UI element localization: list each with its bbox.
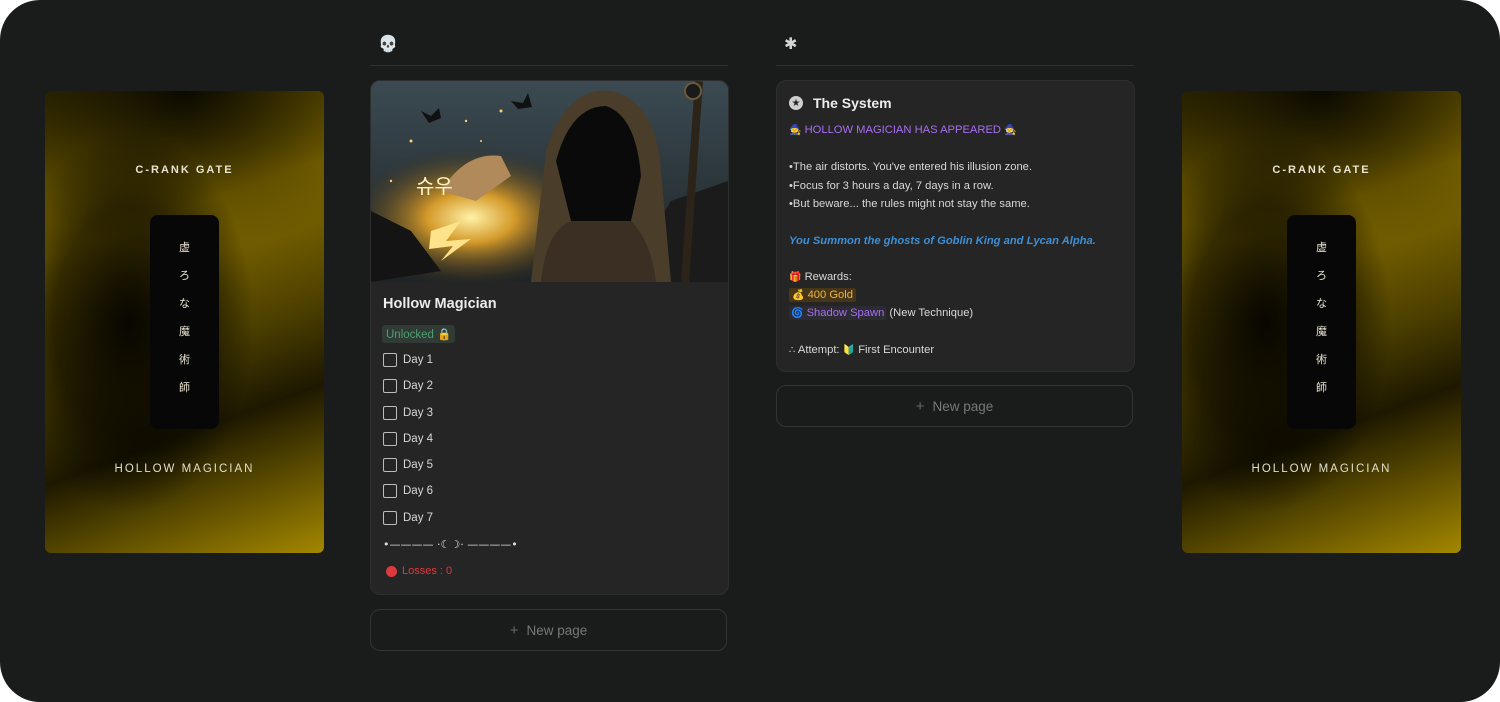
column-header-skull[interactable]: 💀 bbox=[370, 28, 728, 66]
checkbox-day-1[interactable]: Day 1 bbox=[383, 353, 433, 367]
checkbox-icon[interactable] bbox=[383, 406, 397, 420]
day-label: Day 3 bbox=[403, 407, 434, 419]
gate-char: 虚 bbox=[179, 241, 190, 254]
alert-text: HOLLOW MAGICIAN HAS APPEARED bbox=[804, 124, 1002, 136]
system-card[interactable]: ★ The System 🧙 HOLLOW MAGICIAN HAS APPEA… bbox=[776, 80, 1135, 372]
asterisk-icon: ✱ bbox=[784, 34, 798, 53]
gate-char: 師 bbox=[179, 381, 190, 394]
attempt-line: ∴ Attempt: 🔰 First Encounter bbox=[789, 344, 934, 356]
money-bag-icon: 💰 bbox=[792, 290, 805, 301]
column-header-asterisk[interactable]: ✱ bbox=[776, 28, 1134, 66]
technique-name: Shadow Spawn bbox=[806, 307, 885, 319]
attempt-label: Attempt: bbox=[797, 344, 840, 356]
day-label: Day 4 bbox=[403, 433, 434, 445]
dots-icon: ∴ bbox=[789, 345, 796, 356]
summon-line: You Summon the ghosts of Goblin King and… bbox=[789, 235, 1096, 247]
gate-char: 術 bbox=[1316, 353, 1327, 366]
new-page-button[interactable]: + New page bbox=[370, 609, 727, 651]
plus-icon: + bbox=[509, 621, 519, 639]
gold-reward: 💰 400 Gold bbox=[789, 288, 856, 302]
gate-title-pillar: 虚 ろ な 魔 術 師 bbox=[1287, 215, 1356, 429]
board-view: C-RANK GATE 虚 ろ な 魔 術 師 HOLLOW MAGICIAN … bbox=[0, 0, 1500, 702]
attempt-value: First Encounter bbox=[858, 344, 935, 356]
status-badge[interactable]: Unlocked 🔒 bbox=[382, 325, 456, 343]
red-circle-icon bbox=[386, 565, 397, 577]
checkbox-icon[interactable] bbox=[383, 353, 397, 367]
quest-card[interactable]: 슈우 Hollow Magician Unlocked 🔒 Day 1 Day … bbox=[370, 80, 729, 595]
gate-char: ろ bbox=[179, 269, 190, 282]
checkbox-icon[interactable] bbox=[383, 379, 397, 393]
gate-char: な bbox=[1316, 297, 1327, 310]
checkbox-day-5[interactable]: Day 5 bbox=[383, 458, 433, 472]
gate-char: ろ bbox=[1316, 269, 1327, 282]
rule-line: •The air distorts. You've entered his il… bbox=[789, 161, 1032, 173]
day-label: Day 1 bbox=[403, 354, 434, 366]
new-page-label: New page bbox=[932, 398, 994, 414]
gate-char: 魔 bbox=[179, 325, 190, 338]
gate-char: 魔 bbox=[1316, 325, 1327, 338]
checkbox-icon[interactable] bbox=[383, 432, 397, 446]
gate-char: 術 bbox=[179, 353, 190, 366]
gate-poster-left[interactable]: C-RANK GATE 虚 ろ な 魔 術 師 HOLLOW MAGICIAN bbox=[45, 91, 324, 553]
day-label: Day 6 bbox=[403, 485, 434, 497]
rule-line: •But beware... the rules might not stay … bbox=[789, 198, 1030, 210]
losses-label: Losses : 0 bbox=[402, 565, 453, 577]
checkbox-day-6[interactable]: Day 6 bbox=[383, 484, 433, 498]
rewards-line: 🎁 Rewards: bbox=[789, 271, 852, 283]
new-page-button[interactable]: + New page bbox=[776, 385, 1133, 427]
losses-counter: Losses : 0 bbox=[386, 565, 452, 577]
gate-poster-right[interactable]: C-RANK GATE 虚 ろ な 魔 術 師 HOLLOW MAGICIAN bbox=[1182, 91, 1461, 553]
checkbox-icon[interactable] bbox=[383, 458, 397, 472]
gold-reward-text: 400 Gold bbox=[807, 289, 853, 301]
checkbox-icon[interactable] bbox=[383, 511, 397, 525]
day-label: Day 5 bbox=[403, 459, 434, 471]
day-label: Day 7 bbox=[403, 512, 434, 524]
gate-rank-label: C-RANK GATE bbox=[1272, 164, 1371, 176]
card-title: The System bbox=[813, 95, 892, 111]
card-cover-image: 슈우 bbox=[371, 81, 728, 282]
gold-line: 💰 400 Gold bbox=[789, 288, 856, 302]
gate-char: 虚 bbox=[1316, 241, 1327, 254]
system-card-header: ★ The System bbox=[789, 95, 892, 111]
gate-name-label: HOLLOW MAGICIAN bbox=[1251, 463, 1392, 475]
sfx-text: 슈우 bbox=[416, 174, 453, 198]
day-label: Day 2 bbox=[403, 380, 434, 392]
gate-name-label: HOLLOW MAGICIAN bbox=[114, 463, 255, 475]
technique-note: (New Technique) bbox=[886, 307, 974, 319]
swirl-icon: 🌀 bbox=[791, 308, 804, 319]
rewards-label: Rewards: bbox=[804, 271, 852, 283]
mage-icon: 🧙 bbox=[1004, 125, 1017, 136]
technique-reward: 🌀 Shadow Spawn bbox=[789, 306, 887, 320]
skull-icon: 💀 bbox=[378, 34, 398, 53]
gate-char: 師 bbox=[1316, 381, 1327, 394]
checkbox-day-4[interactable]: Day 4 bbox=[383, 432, 433, 446]
new-page-label: New page bbox=[526, 622, 588, 638]
plus-icon: + bbox=[915, 397, 925, 415]
alert-line: 🧙 HOLLOW MAGICIAN HAS APPEARED 🧙 bbox=[789, 124, 1017, 136]
gate-rank-label: C-RANK GATE bbox=[135, 164, 234, 176]
technique-line: 🌀 Shadow Spawn (New Technique) bbox=[789, 306, 974, 320]
mage-icon: 🧙 bbox=[789, 125, 802, 136]
checkbox-day-2[interactable]: Day 2 bbox=[383, 379, 433, 393]
moon-divider: •———— ·☾☽· ————• bbox=[383, 538, 518, 551]
beginner-icon: 🔰 bbox=[842, 345, 856, 356]
checkbox-day-7[interactable]: Day 7 bbox=[383, 511, 433, 525]
card-title: Hollow Magician bbox=[383, 296, 497, 312]
checkbox-icon[interactable] bbox=[383, 484, 397, 498]
gate-char: な bbox=[179, 297, 190, 310]
checkbox-day-3[interactable]: Day 3 bbox=[383, 406, 433, 420]
rule-line: •Focus for 3 hours a day, 7 days in a ro… bbox=[789, 180, 994, 192]
star-badge-icon: ★ bbox=[789, 96, 803, 110]
gate-title-pillar: 虚 ろ な 魔 術 師 bbox=[150, 215, 219, 429]
gift-icon: 🎁 bbox=[789, 272, 802, 283]
